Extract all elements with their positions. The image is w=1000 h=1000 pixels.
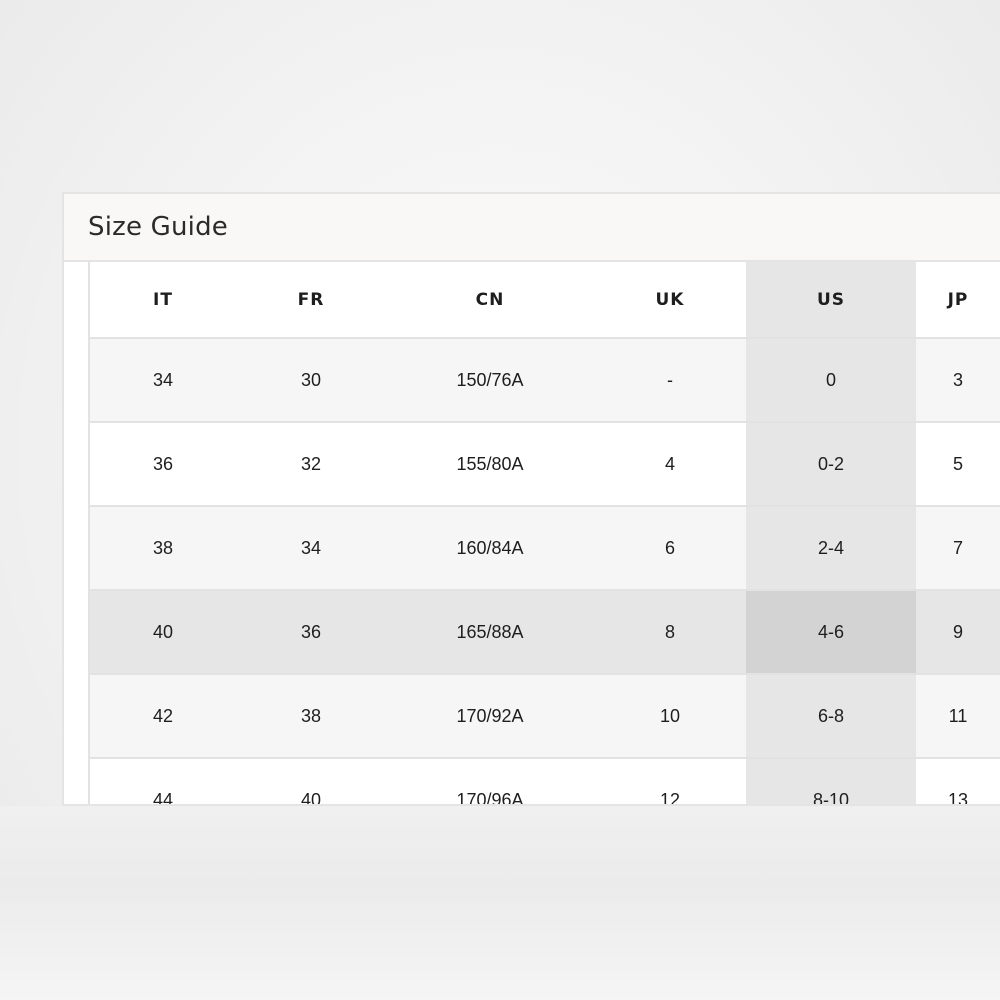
- table-cell: 3: [916, 338, 1000, 423]
- column-header-it: IT: [90, 262, 236, 339]
- table-cell: 160/84A: [386, 506, 594, 591]
- table-cell: 40: [90, 590, 236, 675]
- table-cell: 150/76A: [386, 338, 594, 423]
- table-row: 34 30 150/76A - 0 3: [90, 338, 1000, 423]
- size-guide-panel: Size Guide IT FR CN UK US JP 34 30 150/7…: [62, 192, 1000, 806]
- table-row: 38 34 160/84A 6 2-4 7: [90, 506, 1000, 591]
- table-cell: 36: [236, 590, 386, 675]
- table-cell: 9: [916, 590, 1000, 675]
- table-cell: 165/88A: [386, 590, 594, 675]
- table-cell: 36: [90, 422, 236, 507]
- table-cell: 32: [236, 422, 386, 507]
- column-header-jp: JP: [916, 262, 1000, 339]
- table-cell: 170/92A: [386, 674, 594, 759]
- column-header-fr: FR: [236, 262, 386, 339]
- table-row: 42 38 170/92A 10 6-8 11: [90, 674, 1000, 759]
- table-cell: 155/80A: [386, 422, 594, 507]
- table-row-highlighted: 40 36 165/88A 8 4-6 9: [90, 590, 1000, 675]
- table-row: 36 32 155/80A 4 0-2 5: [90, 422, 1000, 507]
- column-header-us: US: [746, 262, 916, 339]
- table-cell: 8: [594, 590, 746, 675]
- table-cell: 11: [916, 674, 1000, 759]
- table-cell: 4: [594, 422, 746, 507]
- table-cell: 42: [90, 674, 236, 759]
- table-cell: 40: [236, 758, 386, 804]
- table-cell: 34: [90, 338, 236, 423]
- table-cell: 4-6: [746, 590, 916, 675]
- table-header-row: IT FR CN UK US JP: [90, 262, 1000, 339]
- table-cell: 13: [916, 758, 1000, 804]
- table-cell: 38: [236, 674, 386, 759]
- table-cell: -: [594, 338, 746, 423]
- table-cell: 12: [594, 758, 746, 804]
- table-cell: 6: [594, 506, 746, 591]
- table-cell: 170/96A: [386, 758, 594, 804]
- table-cell: 0: [746, 338, 916, 423]
- table-cell: 30: [236, 338, 386, 423]
- table-cell: 8-10: [746, 758, 916, 804]
- size-guide-header: Size Guide: [64, 194, 1000, 262]
- size-table: IT FR CN UK US JP 34 30 150/76A - 0 3 36…: [90, 262, 1000, 804]
- size-table-container: IT FR CN UK US JP 34 30 150/76A - 0 3 36…: [88, 262, 1000, 804]
- table-cell: 38: [90, 506, 236, 591]
- column-header-uk: UK: [594, 262, 746, 339]
- table-row: 44 40 170/96A 12 8-10 13: [90, 758, 1000, 804]
- table-cell: 6-8: [746, 674, 916, 759]
- column-header-cn: CN: [386, 262, 594, 339]
- table-cell: 2-4: [746, 506, 916, 591]
- page: Size Guide IT FR CN UK US JP 34 30 150/7…: [0, 0, 1000, 1000]
- bottom-backdrop: [0, 806, 1000, 1000]
- size-guide-title: Size Guide: [88, 212, 228, 242]
- table-cell: 10: [594, 674, 746, 759]
- table-cell: 34: [236, 506, 386, 591]
- table-cell: 7: [916, 506, 1000, 591]
- table-cell: 5: [916, 422, 1000, 507]
- table-cell: 44: [90, 758, 236, 804]
- table-cell: 0-2: [746, 422, 916, 507]
